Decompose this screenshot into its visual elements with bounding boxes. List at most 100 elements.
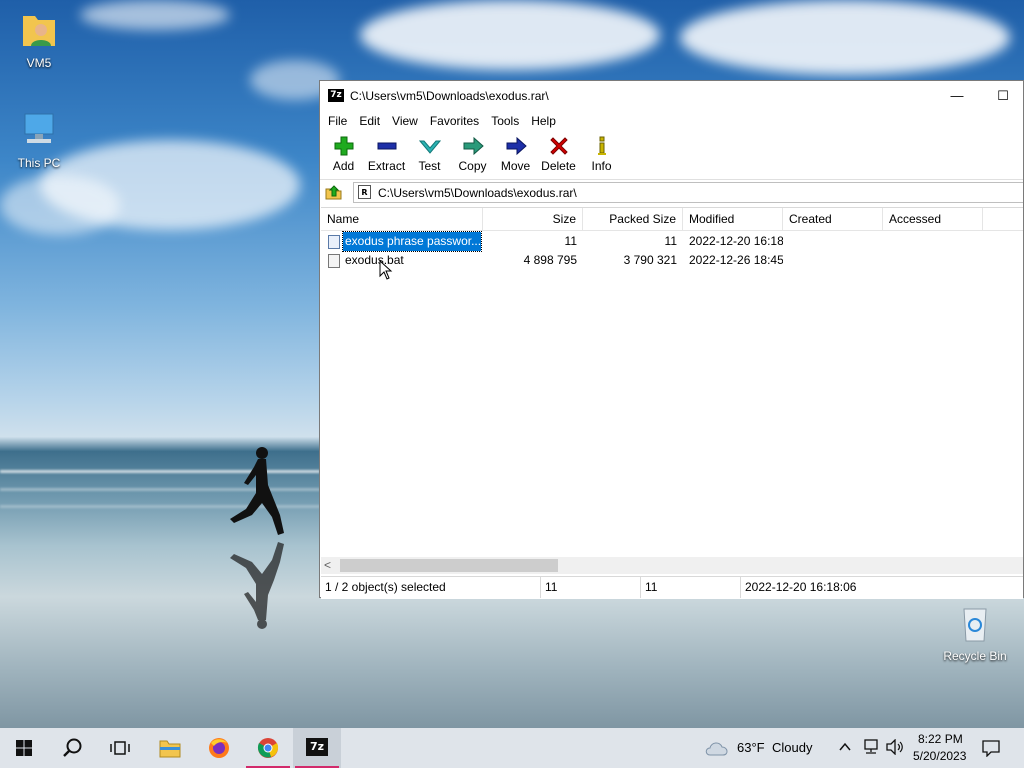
desktop-icon-recycle-bin[interactable]: Recycle Bin (939, 603, 1011, 663)
status-size: 11 (541, 577, 641, 598)
weather-temp[interactable]: 63°F (737, 740, 765, 755)
7zip-taskbar-button[interactable]: 7z (293, 728, 341, 768)
runner-reflection (230, 542, 284, 629)
info-label: Info (591, 159, 612, 173)
file-explorer-button[interactable] (146, 728, 194, 768)
extract-button[interactable]: Extract (365, 131, 408, 179)
column-header-packed-size[interactable]: Packed Size (583, 208, 683, 230)
move-button[interactable]: Move (494, 131, 537, 179)
arrow-right-icon (463, 136, 484, 156)
firefox-button[interactable] (195, 728, 243, 768)
file-list[interactable]: Name Size Packed Size Modified Created A… (321, 207, 1023, 558)
horizontal-scrollbar[interactable]: < (321, 557, 1023, 574)
folder-up-icon[interactable] (325, 184, 343, 200)
list-header: Name Size Packed Size Modified Created A… (321, 208, 1023, 231)
chrome-button[interactable] (244, 728, 292, 768)
add-button[interactable]: Add (322, 131, 365, 179)
text-file-icon (328, 235, 340, 249)
info-button[interactable]: Info (580, 131, 623, 179)
desktop-icon-vm5[interactable]: VM5 (3, 10, 75, 70)
menu-tools[interactable]: Tools (485, 111, 525, 131)
clock-time[interactable]: 8:22 PM (918, 732, 963, 746)
cloudy-weather-icon[interactable] (704, 739, 730, 757)
file-modified: 2022-12-20 16:18 (689, 234, 783, 248)
file-size: 11 (564, 234, 577, 248)
delete-label: Delete (541, 159, 576, 173)
check-chevron-icon (418, 140, 441, 154)
desktop-icon-label: This PC (17, 156, 61, 170)
file-name[interactable]: exodus.bat (343, 251, 481, 270)
status-modified: 2022-12-20 16:18:06 (745, 580, 857, 594)
task-view-icon (110, 741, 130, 755)
mouse-cursor-icon (379, 260, 393, 280)
cloud (680, 0, 1010, 75)
address-bar: R C:\Users\vm5\Downloads\exodus.rar\ (320, 179, 1023, 205)
notifications-icon[interactable] (982, 739, 1000, 757)
table-row[interactable]: exodus phrase passwor... 11 11 2022-12-2… (321, 231, 1023, 252)
extract-label: Extract (367, 159, 406, 173)
volume-icon[interactable] (886, 739, 904, 755)
file-packed-size: 11 (664, 234, 677, 248)
firefox-icon (209, 738, 229, 758)
desktop-icon-label: Recycle Bin (943, 649, 1007, 663)
search-button[interactable] (48, 728, 96, 768)
weather-condition[interactable]: Cloudy (772, 740, 812, 755)
column-header-accessed[interactable]: Accessed (883, 208, 983, 230)
network-icon[interactable] (862, 739, 880, 755)
plus-icon (334, 136, 353, 156)
chrome-icon (257, 738, 279, 758)
file-packed-size: 3 790 321 (623, 253, 677, 267)
7zip-app-icon: 7z (328, 89, 344, 102)
archive-icon: R (358, 185, 371, 199)
maximize-button[interactable]: ☐ (980, 81, 1024, 111)
address-path: C:\Users\vm5\Downloads\exodus.rar\ (378, 186, 577, 200)
clock-date[interactable]: 5/20/2023 (913, 749, 966, 763)
user-folder-icon (23, 16, 55, 46)
copy-label: Copy (458, 159, 487, 173)
copy-button[interactable]: Copy (451, 131, 494, 179)
test-label: Test (418, 159, 441, 173)
cloud (80, 0, 230, 30)
scroll-left-arrow[interactable]: < (324, 558, 331, 572)
file-name[interactable]: exodus phrase passwor... (342, 231, 482, 252)
address-field[interactable]: R C:\Users\vm5\Downloads\exodus.rar\ (353, 182, 1023, 203)
status-bar: 1 / 2 object(s) selected 11 11 2022-12-2… (321, 576, 1023, 599)
windows-logo-icon (16, 740, 32, 756)
column-header-name[interactable]: Name (321, 208, 483, 230)
7zip-icon: 7z (306, 738, 328, 756)
menu-bar: File Edit View Favorites Tools Help (320, 111, 1023, 131)
taskbar: 7z 63°F Cloudy 8:22 PM 5/20/2023 (0, 728, 1024, 768)
minus-icon (377, 142, 396, 150)
column-header-size[interactable]: Size (483, 208, 583, 230)
desktop-icon-this-pc[interactable]: This PC (3, 110, 75, 170)
computer-icon (24, 113, 54, 143)
delete-button[interactable]: Delete (537, 131, 580, 179)
recycle-bin-icon (963, 608, 987, 642)
file-size: 4 898 795 (523, 253, 577, 267)
table-row[interactable]: exodus.bat 4 898 795 3 790 321 2022-12-2… (321, 251, 1023, 270)
add-label: Add (332, 159, 355, 173)
start-button[interactable] (0, 728, 48, 768)
search-icon (63, 738, 82, 757)
toolbar: Add Extract Test Copy Move Delete Info (320, 131, 1023, 179)
scroll-thumb[interactable] (340, 559, 558, 572)
desktop-icon-label: VM5 (26, 56, 52, 70)
menu-help[interactable]: Help (525, 111, 562, 131)
title-bar[interactable]: 7z C:\Users\vm5\Downloads\exodus.rar\ — … (320, 81, 1023, 111)
cloud (0, 175, 120, 235)
folder-icon (159, 740, 181, 758)
column-header-created[interactable]: Created (783, 208, 883, 230)
menu-view[interactable]: View (386, 111, 424, 131)
menu-favorites[interactable]: Favorites (424, 111, 485, 131)
test-button[interactable]: Test (408, 131, 451, 179)
status-packed: 11 (641, 577, 741, 598)
menu-file[interactable]: File (322, 111, 353, 131)
window-title: C:\Users\vm5\Downloads\exodus.rar\ (350, 89, 549, 103)
menu-edit[interactable]: Edit (353, 111, 386, 131)
7zip-window[interactable]: 7z C:\Users\vm5\Downloads\exodus.rar\ — … (319, 80, 1024, 599)
task-view-button[interactable] (96, 728, 144, 768)
chevron-up-icon[interactable] (838, 740, 852, 754)
column-header-modified[interactable]: Modified (683, 208, 783, 230)
runner-silhouette (230, 447, 284, 535)
minimize-button[interactable]: — (934, 81, 980, 111)
